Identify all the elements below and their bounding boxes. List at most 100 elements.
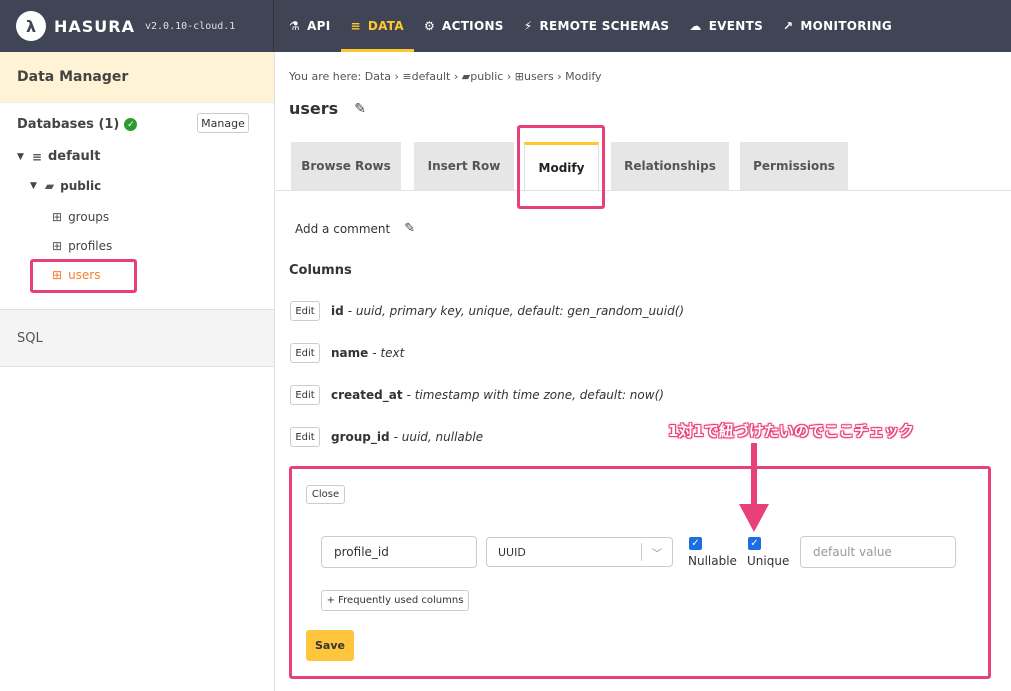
database-icon: ≡ [31, 149, 42, 164]
nav-api[interactable]: ⚗ API [274, 0, 341, 52]
add-comment-label: Add a comment [295, 221, 391, 236]
tab-insert-row[interactable]: Insert Row [414, 142, 514, 190]
column-row-name: Edit name - text [290, 343, 404, 363]
nav-label: MONITORING [800, 19, 893, 33]
tree-table-groups[interactable]: ⊞ groups [52, 210, 109, 224]
column-type-select[interactable]: UUID ﹀ [486, 537, 673, 567]
close-button[interactable]: Close [306, 485, 345, 504]
nav-events[interactable]: ☁ EVENTS [679, 0, 773, 52]
column-desc: - uuid, nullable [393, 430, 484, 444]
tab-relationships[interactable]: Relationships [611, 142, 729, 190]
nav-label: EVENTS [708, 19, 764, 33]
tree-table-profiles[interactable]: ⊞ profiles [52, 239, 112, 253]
table-icon: ⊞ [52, 239, 63, 253]
table-icon: ⊞ [52, 268, 63, 282]
brand[interactable]: λ HASURA v2.0.10-cloud.1 [0, 0, 274, 52]
column-desc: - timestamp with time zone, default: now… [406, 388, 664, 402]
chevron-down-icon: ▼ [17, 151, 24, 162]
nav-remote-schemas[interactable]: ⚡ REMOTE SCHEMAS [514, 0, 680, 52]
breadcrumb: You are here: Data › ≡default › ▰public … [289, 70, 602, 83]
database-icon: ≡ [350, 19, 361, 33]
breadcrumb-prefix: You are here: [289, 70, 362, 83]
default-value-input[interactable] [800, 536, 956, 568]
table-icon: ⊞ [52, 210, 63, 224]
table-name: users [68, 268, 101, 282]
column-name: id [331, 304, 344, 318]
main-content: You are here: Data › ≡default › ▰public … [275, 52, 1011, 691]
brand-name: HASURA [54, 16, 135, 36]
sidebar: Data Manager Databases (1) ✓ Manage ▼ ≡ … [0, 52, 275, 691]
chevron-down-icon: ﹀ [652, 548, 662, 560]
breadcrumb-item-data[interactable]: Data [365, 70, 391, 83]
breadcrumb-item-modify: Modify [565, 70, 602, 83]
breadcrumb-item-default[interactable]: default [412, 70, 451, 83]
nullable-checkbox[interactable]: ✓ [689, 537, 702, 550]
folder-open-icon: ▰ [44, 179, 55, 193]
db-name: default [47, 149, 101, 164]
nav-label: ACTIONS [442, 19, 504, 33]
unique-checkbox-group[interactable]: ✓ Unique [747, 537, 789, 568]
nav-actions[interactable]: ⚙ ACTIONS [414, 0, 514, 52]
hasura-logo-icon: λ [16, 11, 46, 41]
column-row-group-id: Edit group_id - uuid, nullable [290, 427, 483, 447]
columns-heading: Columns [289, 263, 352, 278]
frequently-used-columns-button[interactable]: + Frequently used columns [321, 590, 469, 611]
breadcrumb-item-users[interactable]: users [524, 70, 554, 83]
edit-column-button[interactable]: Edit [290, 427, 320, 447]
databases-label: Databases (1) [17, 117, 120, 132]
nullable-checkbox-group[interactable]: ✓ Nullable [688, 537, 737, 568]
tabs-underline [275, 190, 1011, 191]
schema-name: public [60, 179, 102, 193]
sidebar-sql[interactable]: SQL [0, 309, 274, 367]
tab-browse-rows[interactable]: Browse Rows [291, 142, 401, 190]
nav-monitoring[interactable]: ↗ MONITORING [773, 0, 902, 52]
nav-label: API [307, 19, 331, 33]
main-nav: ⚗ API ≡ DATA ⚙ ACTIONS ⚡ REMOTE SCHEMAS … [274, 0, 902, 52]
breadcrumb-item-public[interactable]: public [470, 70, 503, 83]
column-row-created-at: Edit created_at - timestamp with time zo… [290, 385, 664, 405]
edit-column-button[interactable]: Edit [290, 301, 320, 321]
folder-icon: ▰ [461, 70, 471, 83]
nullable-label: Nullable [688, 554, 737, 568]
edit-column-button[interactable]: Edit [290, 343, 320, 363]
annotation-arrow-shaft [751, 443, 757, 508]
table-icon: ⊞ [514, 70, 524, 83]
chart-line-icon: ↗ [783, 19, 794, 33]
unique-checkbox[interactable]: ✓ [748, 537, 761, 550]
cloud-icon: ☁ [689, 19, 702, 33]
nav-data[interactable]: ≡ DATA [340, 0, 414, 52]
check-circle-icon: ✓ [124, 118, 138, 131]
add-comment[interactable]: Add a comment ✎ [295, 221, 415, 236]
edit-icon[interactable]: ✎ [404, 221, 415, 236]
column-name-input[interactable] [321, 536, 477, 568]
data-manager-header[interactable]: Data Manager [0, 52, 274, 103]
tree-schema-public[interactable]: ▼ ▰ public [30, 179, 101, 193]
databases-title: Databases (1) ✓ [17, 117, 138, 132]
column-row-id: Edit id - uuid, primary key, unique, def… [290, 301, 684, 321]
edit-icon[interactable]: ✎ [354, 101, 366, 117]
annotation-arrow-icon [739, 504, 769, 532]
cogs-icon: ⚙ [423, 19, 435, 33]
tab-modify[interactable]: Modify [524, 142, 599, 190]
page-title-text: users [289, 99, 339, 118]
save-button[interactable]: Save [306, 630, 354, 661]
table-name: groups [68, 210, 110, 224]
column-name: name [331, 346, 369, 360]
tab-permissions[interactable]: Permissions [740, 142, 848, 190]
column-type-value: UUID [498, 545, 526, 559]
tree-table-users[interactable]: ⊞ users [52, 268, 101, 282]
tree-db-default[interactable]: ▼ ≡ default [17, 149, 100, 164]
column-desc: - uuid, primary key, unique, default: ge… [347, 304, 685, 318]
nav-label: DATA [367, 19, 404, 33]
manage-button[interactable]: Manage [197, 113, 249, 133]
column-desc: - text [372, 346, 405, 360]
unique-label: Unique [747, 554, 790, 568]
edit-column-button[interactable]: Edit [290, 385, 320, 405]
table-name: profiles [68, 239, 113, 253]
column-name: created_at [331, 388, 403, 402]
brand-version: v2.0.10-cloud.1 [145, 20, 236, 32]
top-navbar: λ HASURA v2.0.10-cloud.1 ⚗ API ≡ DATA ⚙ … [0, 0, 1011, 52]
flask-icon: ⚗ [289, 19, 301, 33]
annotation-text: 1対1で紐づけたいのでここチェック [668, 422, 914, 440]
plug-icon: ⚡ [523, 19, 533, 33]
